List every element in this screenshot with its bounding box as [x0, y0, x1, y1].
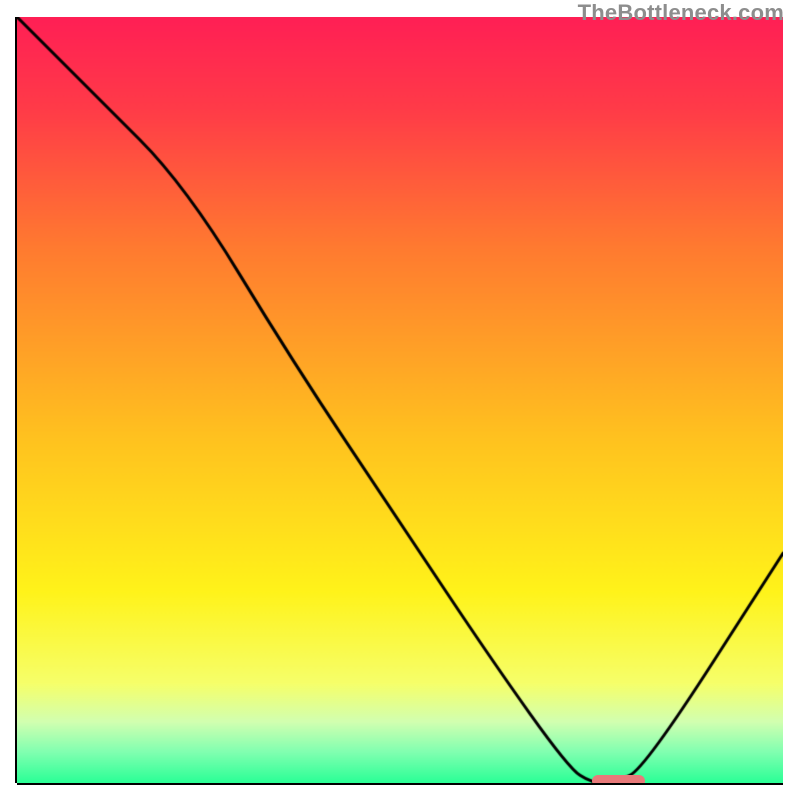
optimal-range-marker — [592, 775, 646, 783]
bottleneck-curve — [17, 17, 783, 783]
plot-area — [17, 17, 783, 783]
chart-container: { "watermark": "TheBottleneck.com", "cha… — [0, 0, 800, 800]
y-axis — [15, 17, 17, 783]
x-axis — [17, 783, 783, 785]
watermark-text: TheBottleneck.com — [578, 0, 784, 26]
